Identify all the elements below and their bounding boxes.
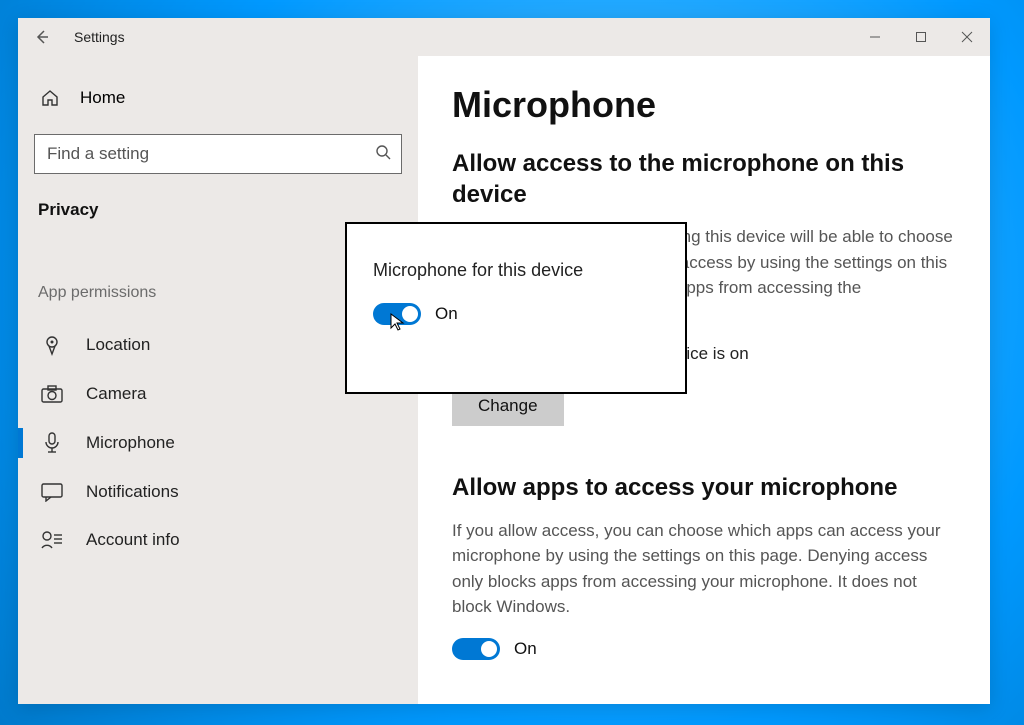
- location-icon: [40, 334, 64, 356]
- app-title: Settings: [74, 29, 125, 45]
- apps-access-toggle-label: On: [514, 639, 537, 659]
- title-bar: Settings: [18, 18, 990, 56]
- sidebar-item-account-info[interactable]: Account info: [34, 516, 402, 564]
- page-title: Microphone: [452, 84, 956, 126]
- apps-access-toggle[interactable]: [452, 638, 500, 660]
- search-box[interactable]: [34, 134, 402, 174]
- close-icon: [961, 31, 973, 43]
- category-heading: Privacy: [34, 196, 402, 224]
- minimize-button[interactable]: [852, 18, 898, 56]
- section1-heading: Allow access to the microphone on this d…: [452, 148, 956, 210]
- window-controls: [852, 18, 990, 56]
- microphone-icon: [40, 432, 64, 454]
- sidebar-item-label: Camera: [86, 384, 146, 404]
- sidebar-item-label: Account info: [86, 530, 180, 550]
- section2-description: If you allow access, you can choose whic…: [452, 518, 956, 620]
- notifications-icon: [40, 482, 64, 502]
- device-toggle-label: On: [435, 304, 458, 324]
- sidebar-item-notifications[interactable]: Notifications: [34, 468, 402, 516]
- home-icon: [38, 88, 62, 108]
- section2-heading: Allow apps to access your microphone: [452, 472, 956, 503]
- camera-icon: [40, 385, 64, 403]
- sidebar-item-microphone[interactable]: Microphone: [34, 418, 402, 468]
- device-toggle-row: On: [373, 303, 659, 325]
- minimize-icon: [869, 31, 881, 43]
- home-label: Home: [80, 88, 125, 108]
- back-button[interactable]: [18, 18, 66, 56]
- search-input[interactable]: [47, 144, 375, 164]
- apps-access-toggle-row: On: [452, 638, 956, 660]
- home-nav[interactable]: Home: [34, 80, 402, 116]
- section-apps-access: Allow apps to access your microphone If …: [452, 472, 956, 659]
- device-microphone-toggle[interactable]: [373, 303, 421, 325]
- arrow-left-icon: [34, 29, 50, 45]
- sidebar-item-label: Location: [86, 335, 150, 355]
- maximize-button[interactable]: [898, 18, 944, 56]
- sidebar-item-label: Microphone: [86, 433, 175, 453]
- maximize-icon: [915, 31, 927, 43]
- search-icon: [375, 144, 391, 165]
- flyout-title: Microphone for this device: [373, 260, 659, 281]
- account-info-icon: [40, 530, 64, 550]
- device-microphone-flyout: Microphone for this device On: [345, 222, 687, 394]
- sidebar-item-label: Notifications: [86, 482, 179, 502]
- close-button[interactable]: [944, 18, 990, 56]
